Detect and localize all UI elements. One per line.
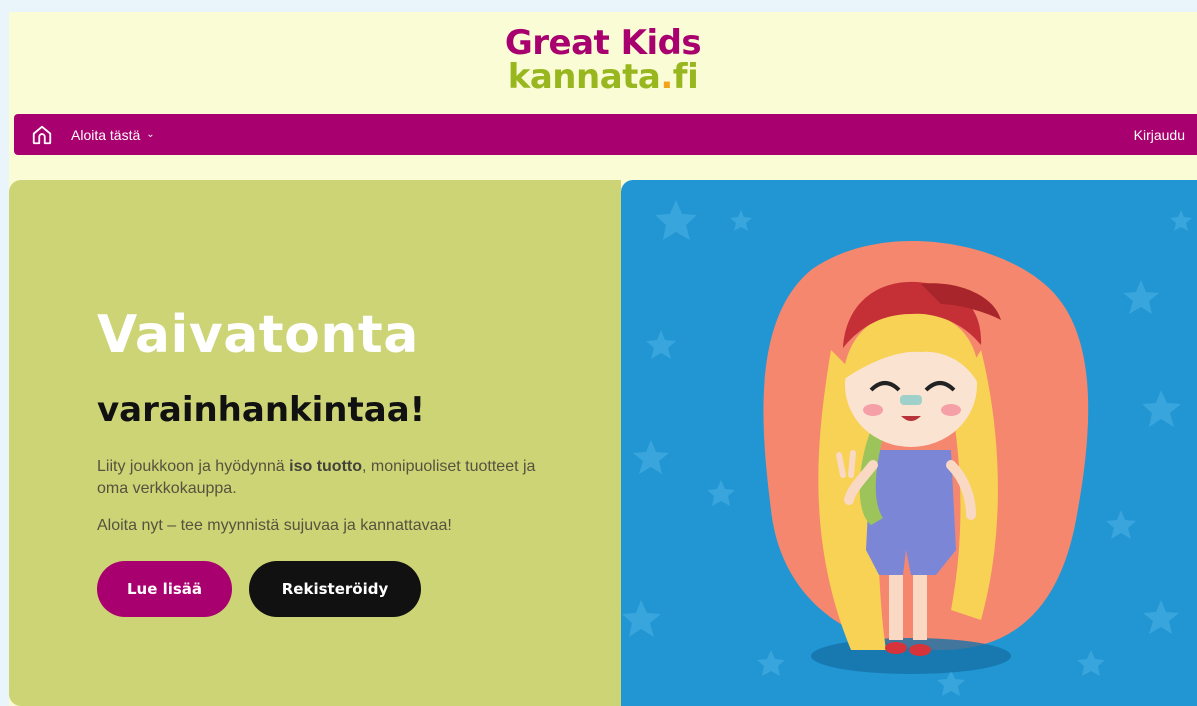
logo-line-2-main: kannata [507,57,661,97]
hero-text-panel: Vaivatonta varainhankintaa! Liity joukko… [9,180,621,706]
register-button[interactable]: Rekisteröidy [249,561,421,617]
logo-line-1: Great Kids [504,23,702,63]
hero-paragraph-1: Liity joukkoon ja hyödynnä iso tuotto, m… [97,456,547,500]
logo-dot: . [660,57,673,97]
hero-section: Vaivatonta varainhankintaa! Liity joukko… [9,180,1197,706]
nav-menu-aloita[interactable]: Aloita tästä ⌄ [71,127,155,143]
nav-menu-label: Aloita tästä [71,126,141,143]
home-button[interactable] [22,114,62,155]
hero-paragraph-2: Aloita nyt – tee myynnistä sujuvaa ja ka… [97,517,452,534]
home-icon [32,125,52,144]
page: Great Kids kannata.fi Aloita tästä ⌄ Kir… [9,12,1197,706]
hero-image-panel [621,180,1197,706]
logo-line-2-end: fi [672,57,699,97]
hero-p1-bold: iso tuotto [289,458,362,475]
hero-p1-before: Liity joukkoon ja hyödynnä [97,458,290,475]
hero-title: Vaivatonta [97,305,419,365]
hero-subtitle: varainhankintaa! [97,390,426,430]
main-navbar: Aloita tästä ⌄ Kirjaudu [14,114,1197,155]
site-logo[interactable]: Great Kids kannata.fi [9,26,1197,94]
logo-line-2: kannata.fi [9,60,1197,94]
chevron-down-icon: ⌄ [146,129,155,140]
login-link[interactable]: Kirjaudu [1134,127,1185,143]
girl-illustration [622,200,1192,696]
read-more-button[interactable]: Lue lisää [97,561,232,617]
